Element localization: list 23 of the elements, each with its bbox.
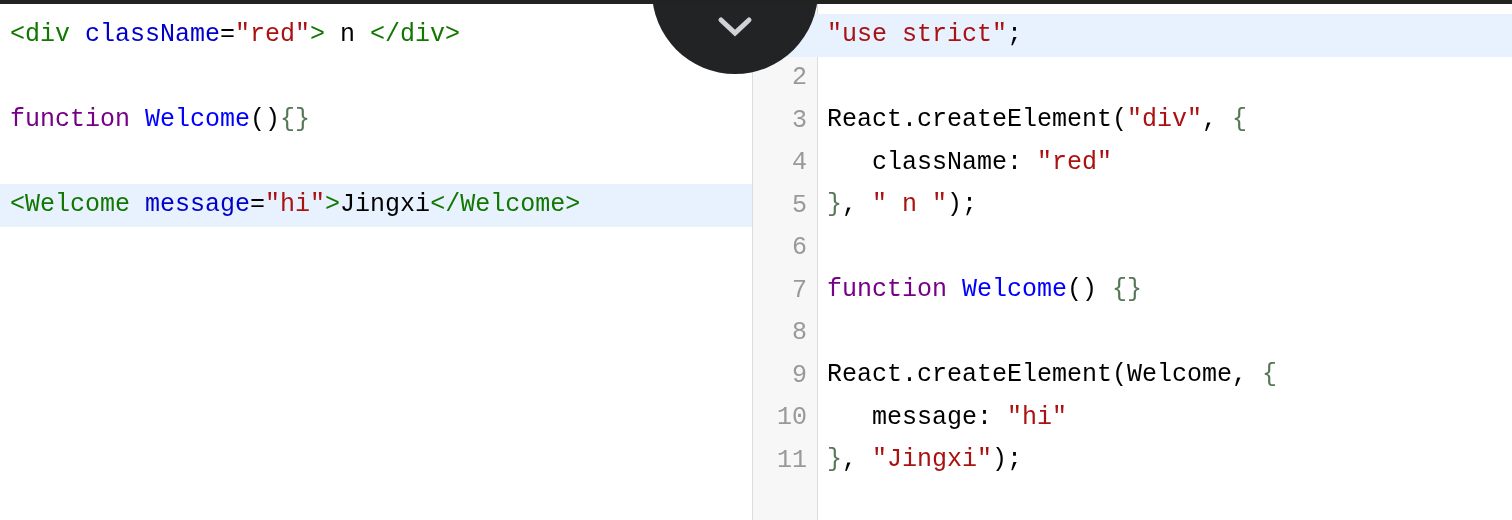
line-number: 10 xyxy=(776,403,808,433)
code-text: function Welcome(){} xyxy=(9,104,311,137)
line-number: 11 xyxy=(776,445,808,475)
code-text: }, "Jingxi"); xyxy=(826,444,1023,477)
code-text: React.createElement(Welcome, { xyxy=(826,359,1278,392)
line-number: 2 xyxy=(791,63,808,93)
line-number: 7 xyxy=(791,275,808,305)
line-number: 5 xyxy=(791,190,808,220)
code-text: message: "hi" xyxy=(871,401,1068,434)
output-editor[interactable]: "use strict"; 2 3 React.createElement("div", { 4 className: "red" 5 }, " n "); 6 7 function Welcome() {} 8 9 React.createElement(Welcome, { 10 message: "hi" 11 }, "Jingxi"); xyxy=(753,4,1512,520)
code-text: <div className="red"> n </div> xyxy=(9,19,461,52)
line-number: 8 xyxy=(791,318,808,348)
code-text: function Welcome() {} xyxy=(826,274,1143,307)
line-number: 4 xyxy=(791,148,808,178)
line-number: 3 xyxy=(791,105,808,135)
code-text: className: "red" xyxy=(871,146,1113,179)
code-text: React.createElement("div", { xyxy=(826,104,1248,137)
line-number: 9 xyxy=(791,360,808,390)
code-text: }, " n "); xyxy=(826,189,978,222)
line-number: 6 xyxy=(791,233,808,263)
chevron-down-icon xyxy=(717,16,753,38)
code-text: "use strict"; xyxy=(826,19,1023,52)
code-text: <Welcome message="hi">Jingxi</Welcome> xyxy=(9,189,581,222)
